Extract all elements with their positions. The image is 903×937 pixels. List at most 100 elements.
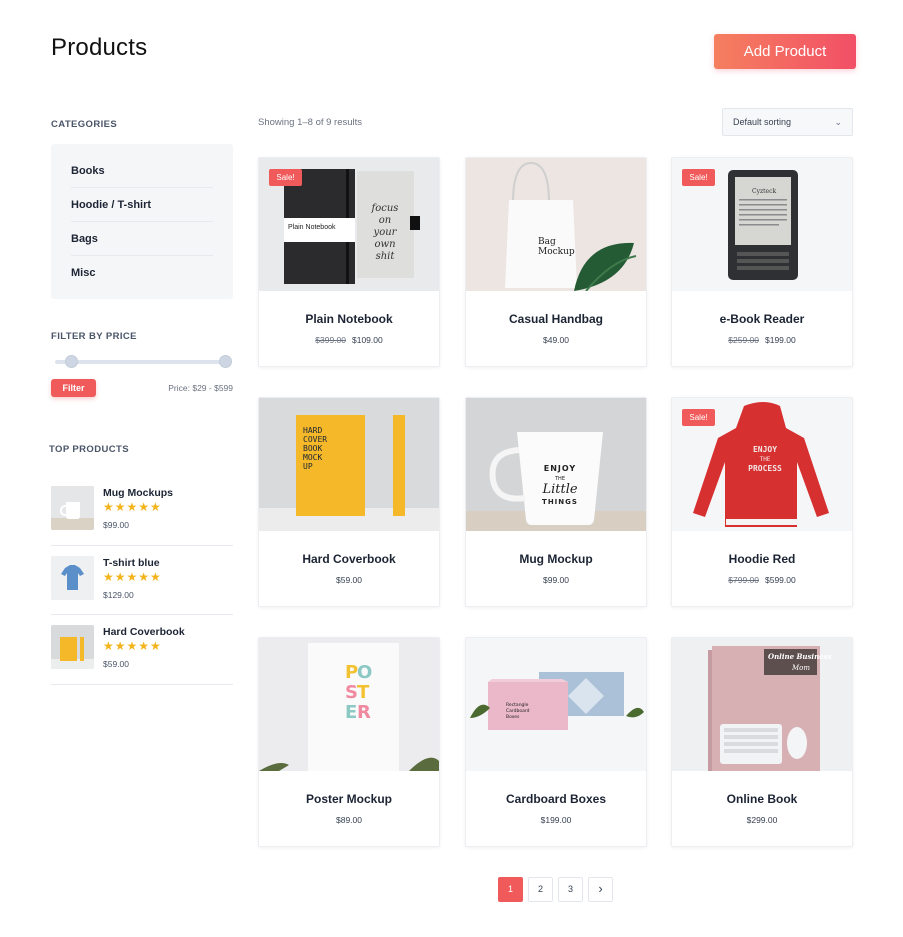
rating-stars: ★★★★★ [103, 569, 162, 584]
notebook-script-line: shit [376, 251, 396, 262]
current-price: $299.00 [746, 815, 778, 825]
mug-text-line: Little [541, 482, 577, 497]
box-text-line: Boxes [506, 714, 520, 720]
bag-label-line: Bag [538, 237, 556, 247]
top-products-list: Mug Mockups ★★★★★ $99.00 T-shirt blue ★★… [51, 476, 233, 685]
top-product-price: $59.00 [103, 659, 129, 669]
product-image: Plain Notebook focus on your own shit Sa… [259, 158, 439, 291]
product-card-mug-mockup[interactable]: ENJOY THE Little THINGS Mug Mockup $99.0… [465, 397, 647, 607]
top-products-heading: TOP PRODUCTS [49, 444, 129, 455]
mug-text-line: ENJOY [544, 464, 576, 473]
product-price: $99.00 [466, 575, 646, 585]
top-product-name[interactable]: Hard Coverbook [103, 626, 185, 638]
chevron-right-icon: › [598, 881, 603, 896]
poster-letter: O [357, 662, 372, 683]
product-card-hard-coverbook[interactable]: HARD COVER BOOK MOCK UP Hard Coverbook $… [258, 397, 440, 607]
tshirt-thumbnail [51, 555, 94, 600]
add-product-button[interactable]: Add Product [714, 34, 856, 69]
category-misc[interactable]: Misc [71, 256, 213, 290]
product-card-plain-notebook[interactable]: Plain Notebook focus on your own shit Sa… [258, 157, 440, 367]
product-image: Rectangle Cardboard Boxes [466, 638, 646, 771]
product-price: $259.00 $199.00 [672, 335, 852, 345]
product-name[interactable]: Online Book [672, 792, 852, 806]
page-3-button[interactable]: 3 [558, 877, 583, 902]
mug-thumbnail [51, 486, 94, 530]
product-card-ebook-reader[interactable]: Cyzteck Sale! e-Book Reader $259.00 $199.… [671, 157, 853, 367]
price-slider-min-handle[interactable] [65, 355, 78, 368]
categories-heading: CATEGORIES [51, 119, 118, 130]
product-name[interactable]: Hoodie Red [672, 552, 852, 566]
product-name[interactable]: Mug Mockup [466, 552, 646, 566]
current-price: $199.00 [540, 815, 572, 825]
product-image: Cyzteck Sale! [672, 158, 852, 291]
product-price: $49.00 [466, 335, 646, 345]
old-price: $259.00 [728, 335, 759, 345]
rating-stars: ★★★★★ [103, 639, 162, 653]
product-name[interactable]: Cardboard Boxes [466, 792, 646, 806]
sale-badge: Sale! [269, 169, 302, 186]
page-1-button[interactable]: 1 [498, 877, 523, 902]
product-name[interactable]: Hard Coverbook [259, 552, 439, 566]
top-product-item[interactable]: T-shirt blue ★★★★★ $129.00 [51, 546, 233, 615]
product-name[interactable]: Plain Notebook [259, 312, 439, 326]
book-title-line: Online Business [768, 652, 832, 661]
product-name[interactable]: Poster Mockup [259, 792, 439, 806]
notebook-script-line: your [373, 227, 398, 238]
product-price: $399.00 $109.00 [259, 335, 439, 345]
product-card-online-book[interactable]: Online Business Mom Online Book $299.00 [671, 637, 853, 847]
categories-list: Books Hoodie / T-shirt Bags Misc [51, 144, 233, 299]
price-range-label: Price: $29 - $599 [168, 383, 233, 393]
sale-badge: Sale! [682, 169, 715, 186]
notebook-script-line: focus [371, 203, 399, 214]
sort-select[interactable]: Default sorting ⌄ [722, 108, 853, 136]
category-books[interactable]: Books [71, 154, 213, 188]
poster-letter: E [345, 702, 357, 723]
product-name[interactable]: Casual Handbag [466, 312, 646, 326]
results-count: Showing 1–8 of 9 results [258, 117, 363, 128]
current-price: $199.00 [765, 335, 796, 345]
filter-by-price-heading: FILTER BY PRICE [51, 331, 137, 342]
current-price: $49.00 [543, 335, 569, 345]
mug-text-line: THINGS [542, 498, 578, 506]
top-product-name[interactable]: Mug Mockups [103, 487, 173, 499]
bag-label-line: Mockup [538, 247, 575, 257]
product-price: $199.00 [466, 815, 646, 825]
book-title-line: Mom [791, 664, 810, 672]
category-hoodie-tshirt[interactable]: Hoodie / T-shirt [71, 188, 213, 222]
ereader-brand: Cyzteck [752, 188, 776, 195]
price-slider-track[interactable] [55, 360, 228, 364]
product-card-hoodie-red[interactable]: ENJOY THE PROCESS Sale! Hoodie Red $799.… [671, 397, 853, 607]
old-price: $399.00 [315, 335, 346, 345]
hoodie-text-line: THE [760, 456, 771, 463]
product-name[interactable]: e-Book Reader [672, 312, 852, 326]
top-product-item[interactable]: Hard Coverbook ★★★★★ $59.00 [51, 615, 233, 685]
cover-text-line: HARD [303, 426, 322, 435]
coverbook-thumbnail [51, 625, 94, 669]
product-image: ENJOY THE Little THINGS [466, 398, 646, 531]
page-2-button[interactable]: 2 [528, 877, 553, 902]
next-page-button[interactable]: › [588, 877, 613, 902]
current-price: $59.00 [336, 575, 362, 585]
current-price: $99.00 [543, 575, 569, 585]
old-price: $799.00 [728, 575, 759, 585]
price-slider-max-handle[interactable] [219, 355, 232, 368]
top-product-price: $129.00 [103, 589, 134, 600]
product-card-poster-mockup[interactable]: P O S T E R Poster Mockup $89.00 [258, 637, 440, 847]
product-price: $59.00 [259, 575, 439, 585]
cover-text-line: MOCK [303, 453, 322, 462]
product-card-cardboard-boxes[interactable]: Rectangle Cardboard Boxes Cardboard Boxe… [465, 637, 647, 847]
poster-letter: T [357, 682, 370, 703]
hoodie-text-line: ENJOY [753, 445, 777, 454]
notebook-script-line: own [374, 239, 395, 250]
cover-text-line: BOOK [303, 444, 322, 453]
filter-button[interactable]: Filter [51, 379, 96, 397]
top-product-name[interactable]: T-shirt blue [103, 557, 162, 569]
product-card-casual-handbag[interactable]: Bag Mockup Casual Handbag $49.00 [465, 157, 647, 367]
chevron-down-icon: ⌄ [834, 116, 842, 127]
top-product-item[interactable]: Mug Mockups ★★★★★ $99.00 [51, 476, 233, 546]
notebook-label: Plain Notebook [288, 224, 336, 231]
product-price: $799.00 $599.00 [672, 575, 852, 585]
category-bags[interactable]: Bags [71, 222, 213, 256]
product-image: HARD COVER BOOK MOCK UP [259, 398, 439, 531]
rating-stars: ★★★★★ [103, 500, 162, 514]
